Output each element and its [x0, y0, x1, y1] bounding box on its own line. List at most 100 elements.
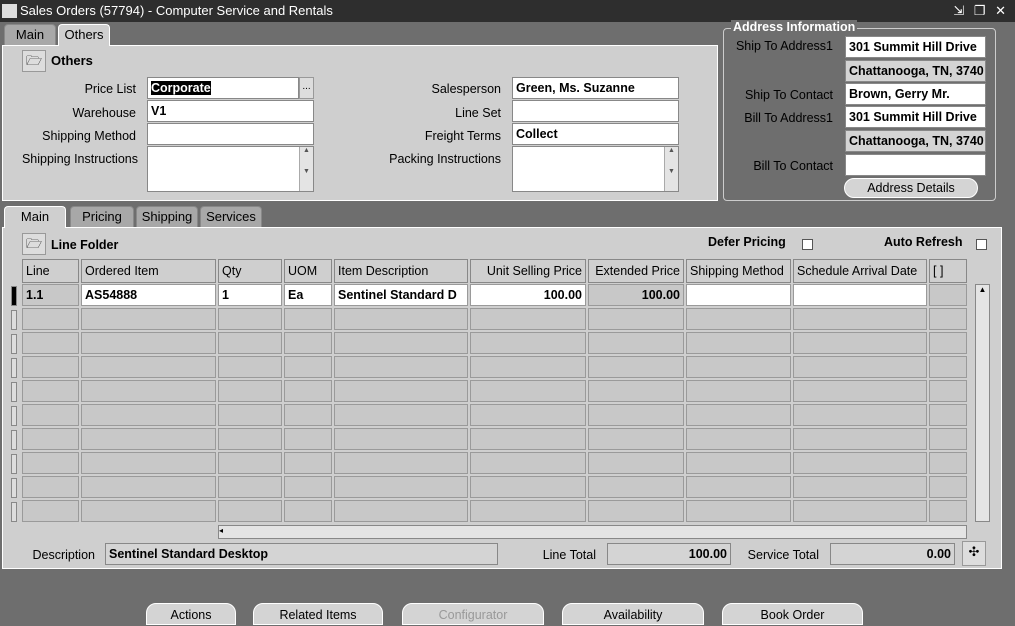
grid-cell[interactable]	[284, 380, 332, 402]
line-tab-shipping[interactable]: Shipping	[136, 206, 198, 228]
grid-cell[interactable]	[686, 404, 791, 426]
bill-to-address1-field[interactable]: 301 Summit Hill Drive	[845, 106, 986, 128]
grid-cell[interactable]: AS54888	[81, 284, 216, 306]
grid-cell[interactable]	[793, 284, 927, 306]
grid-cell[interactable]	[218, 404, 282, 426]
grid-cell[interactable]	[588, 356, 684, 378]
row-indicator[interactable]	[11, 478, 17, 498]
grid-cell[interactable]	[334, 452, 468, 474]
grid-cell[interactable]	[284, 476, 332, 498]
packing-instructions-field[interactable]: ▲ ▼	[512, 146, 679, 192]
grid-cell[interactable]	[588, 476, 684, 498]
grid-cell[interactable]	[218, 500, 282, 522]
grid-cell[interactable]	[218, 332, 282, 354]
address-details-button[interactable]: Address Details	[844, 178, 978, 198]
grid-cell[interactable]	[929, 284, 967, 306]
grid-cell[interactable]	[470, 380, 586, 402]
grid-cell[interactable]	[686, 284, 791, 306]
grid-cell[interactable]	[334, 308, 468, 330]
grid-cell[interactable]	[793, 332, 927, 354]
grid-cell[interactable]	[284, 332, 332, 354]
grid-cell[interactable]: 100.00	[588, 284, 684, 306]
tab-others[interactable]: Others	[58, 24, 110, 46]
scrollbar[interactable]: ▲ ▼	[664, 147, 678, 191]
column-header[interactable]: Line	[22, 259, 79, 283]
grid-cell[interactable]	[929, 428, 967, 450]
grid-cell[interactable]	[218, 308, 282, 330]
grid-cell[interactable]	[470, 404, 586, 426]
grid-cell[interactable]	[929, 308, 967, 330]
grid-cell[interactable]	[588, 428, 684, 450]
grid-cell[interactable]	[470, 452, 586, 474]
grid-cell[interactable]	[334, 332, 468, 354]
grid-cell[interactable]	[793, 380, 927, 402]
row-indicator[interactable]	[11, 430, 17, 450]
grid-cell[interactable]	[81, 476, 216, 498]
grid-cell[interactable]	[929, 452, 967, 474]
grid-cell[interactable]	[929, 380, 967, 402]
grid-cell[interactable]	[686, 500, 791, 522]
grid-cell[interactable]	[334, 428, 468, 450]
grid-cell[interactable]	[588, 452, 684, 474]
grid-cell[interactable]	[470, 428, 586, 450]
grid-cell[interactable]	[22, 332, 79, 354]
line-tab-services[interactable]: Services	[200, 206, 262, 228]
column-header[interactable]: Schedule Arrival Date	[793, 259, 927, 283]
column-header[interactable]: Item Description	[334, 259, 468, 283]
grid-cell[interactable]	[588, 332, 684, 354]
grid-cell[interactable]	[588, 380, 684, 402]
row-indicator[interactable]	[11, 358, 17, 378]
line-tab-main[interactable]: Main	[4, 206, 66, 228]
grid-cell[interactable]	[686, 476, 791, 498]
grid-cell[interactable]	[334, 476, 468, 498]
line-set-field[interactable]	[512, 100, 679, 122]
grid-cell[interactable]: 100.00	[470, 284, 586, 306]
grid-cell[interactable]	[284, 356, 332, 378]
folder-icon[interactable]: 🗁	[22, 233, 46, 255]
grid-cell[interactable]	[218, 476, 282, 498]
grid-cell[interactable]: Ea	[284, 284, 332, 306]
grid-cell[interactable]: 1	[218, 284, 282, 306]
grid-cell[interactable]	[284, 500, 332, 522]
grid-cell[interactable]	[218, 356, 282, 378]
grid-cell[interactable]	[81, 428, 216, 450]
folder-icon[interactable]: 🗁	[22, 50, 46, 72]
grid-cell[interactable]	[470, 476, 586, 498]
grid-cell[interactable]	[81, 500, 216, 522]
row-indicator[interactable]	[11, 310, 17, 330]
grid-cell[interactable]	[22, 428, 79, 450]
row-indicator[interactable]	[11, 286, 17, 306]
grid-cell[interactable]	[470, 308, 586, 330]
grid-cell[interactable]	[686, 332, 791, 354]
grid-cell[interactable]	[686, 428, 791, 450]
row-indicator[interactable]	[11, 454, 17, 474]
grid-cell[interactable]	[81, 404, 216, 426]
column-header[interactable]: Qty	[218, 259, 282, 283]
ship-to-address1-field[interactable]: 301 Summit Hill Drive	[845, 36, 986, 58]
grid-cell[interactable]	[22, 380, 79, 402]
grid-cell[interactable]	[686, 356, 791, 378]
price-list-field[interactable]: Corporate	[147, 77, 299, 99]
ship-to-contact-field[interactable]: Brown, Gerry Mr.	[845, 83, 986, 105]
column-header[interactable]: Shipping Method	[686, 259, 791, 283]
grid-cell[interactable]	[470, 332, 586, 354]
lov-button[interactable]: ...	[299, 77, 314, 99]
grid-cell[interactable]	[284, 428, 332, 450]
row-indicator[interactable]	[11, 406, 17, 426]
grid-cell[interactable]	[793, 500, 927, 522]
grid-cell[interactable]	[81, 452, 216, 474]
grid-cell[interactable]	[929, 332, 967, 354]
grid-cell[interactable]	[334, 404, 468, 426]
row-indicator[interactable]	[11, 502, 17, 522]
column-header[interactable]: Ordered Item	[81, 259, 216, 283]
grid-cell[interactable]	[929, 404, 967, 426]
grid-cell[interactable]	[81, 356, 216, 378]
grid-cell[interactable]	[334, 380, 468, 402]
grid-cell[interactable]	[588, 404, 684, 426]
grid-cell[interactable]	[334, 356, 468, 378]
defer-pricing-checkbox[interactable]	[802, 239, 813, 250]
grid-cell[interactable]	[470, 356, 586, 378]
column-header[interactable]: Extended Price	[588, 259, 684, 283]
grid-cell[interactable]: Sentinel Standard D	[334, 284, 468, 306]
grid-cell[interactable]	[22, 356, 79, 378]
